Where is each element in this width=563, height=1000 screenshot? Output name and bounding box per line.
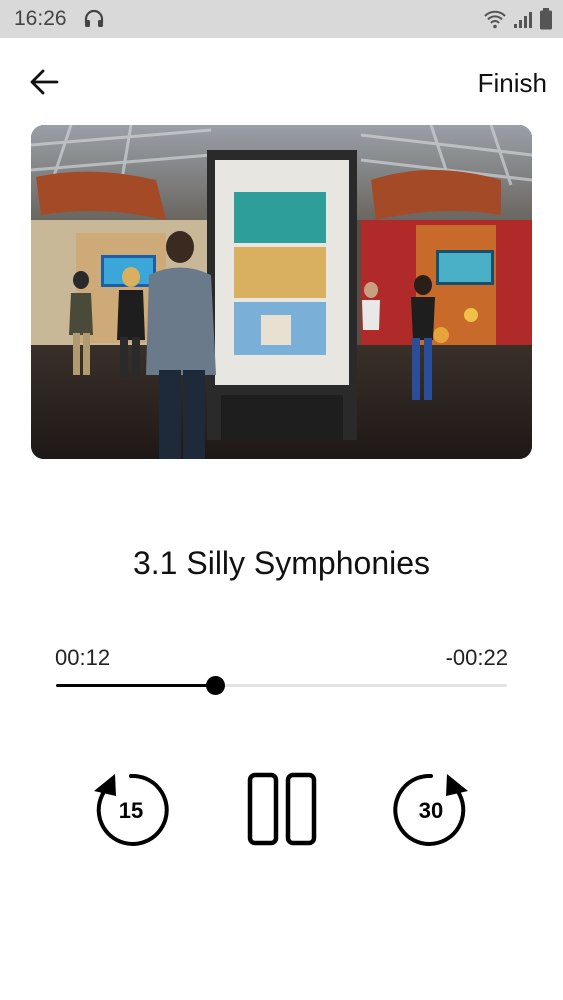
status-icons [483,8,553,30]
signal-icon [514,12,532,28]
track-title: 3.1 Silly Symphonies [132,545,431,581]
pause-button[interactable] [244,771,320,847]
forward-seconds-label: 30 [419,798,443,823]
back-button[interactable] [24,64,64,100]
finish-button[interactable]: Finish [478,68,547,99]
pause-icon [247,772,317,846]
battery-icon [540,8,552,30]
artwork-image [31,125,532,459]
playback-controls: 15 30 [0,765,563,855]
wifi-icon [484,10,506,29]
rewind-seconds-label: 15 [119,798,143,823]
status-time: 16:26 [14,7,67,30]
progress-fill [56,684,216,687]
progress-bar[interactable] [56,676,507,695]
elapsed-time: 00:12 [55,645,111,670]
forward-30-button[interactable]: 30 [390,769,472,851]
exhibit-photo [31,125,532,459]
status-bar: 16:26 [0,0,563,38]
remaining-time: -00:22 [445,645,508,670]
headphones-icon [84,9,104,27]
arrow-left-icon [30,69,59,95]
rewind-15-button[interactable]: 15 [90,769,172,851]
progress-thumb[interactable] [206,676,226,695]
header: Finish [0,38,563,124]
